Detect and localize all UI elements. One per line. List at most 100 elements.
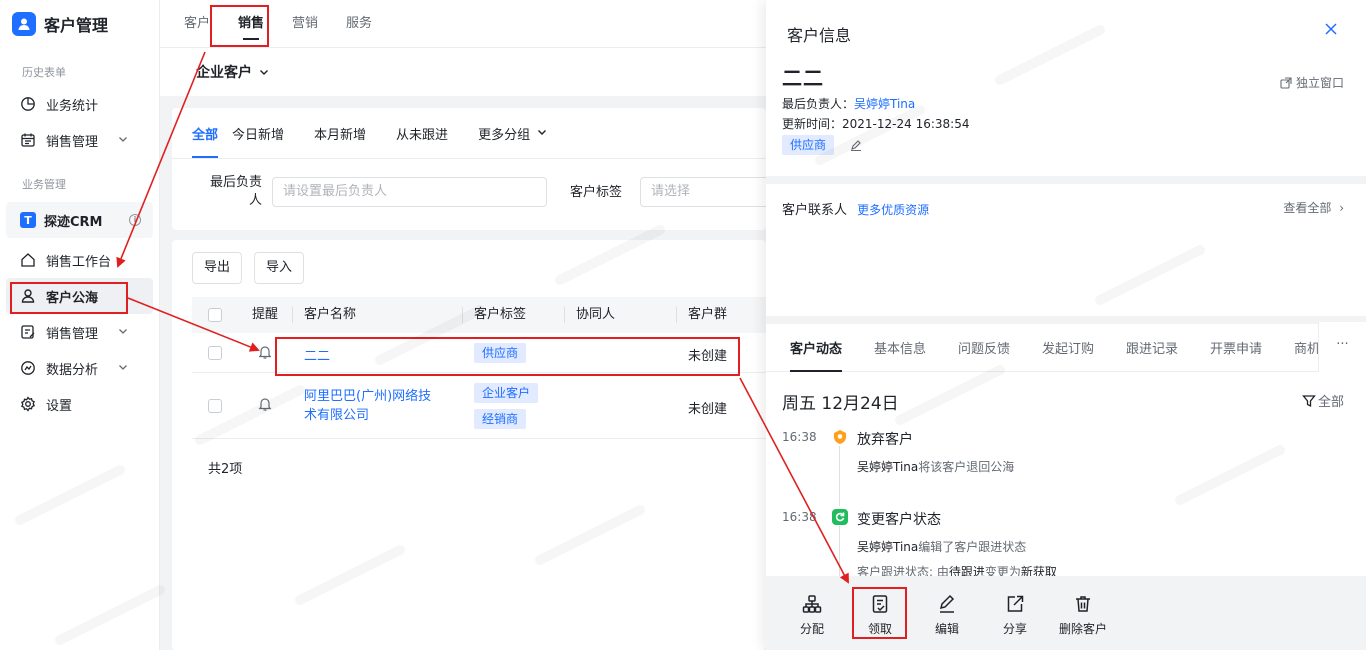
claim-doc-icon	[872, 595, 888, 613]
chevron-down-icon	[258, 66, 270, 78]
customer-list-card: 导出 导入 提醒 客户名称 客户标签 协同人 客户群 二二 供应商 未创建 阿里…	[172, 240, 766, 650]
export-button[interactable]: 导出	[192, 252, 243, 284]
timeline-line	[839, 446, 840, 506]
drawer-title: 客户信息	[787, 26, 852, 45]
import-button[interactable]: 导入	[254, 252, 305, 284]
more-resources-link[interactable]: 更多优质资源	[857, 203, 929, 217]
owner-filter-input[interactable]: 请设置最后负责人	[272, 177, 547, 207]
filter-tab-month[interactable]: 本月新增	[314, 124, 366, 150]
customer-name-link[interactable]: 阿里巴巴(广州)网络技 术有限公司	[304, 387, 431, 425]
timeline-action: 将该客户退回公海	[918, 460, 1015, 474]
claim-label: 领取	[868, 622, 893, 636]
filter-card: 全部 今日新增 本月新增 从未跟进 更多分组 最后负责 人 请设置最后负责人 客…	[172, 108, 766, 230]
tab-feedback[interactable]: 问题反馈	[946, 338, 1022, 372]
sidebar-item-label: 客户公海	[46, 290, 99, 306]
column-separator	[462, 307, 463, 323]
bell-icon[interactable]	[257, 344, 273, 364]
tab-customers[interactable]: 客户	[170, 0, 224, 48]
drawer-tabs: 客户动态 基本信息 问题反馈 发起订购 跟进记录 开票申请 商机 ···	[766, 322, 1366, 372]
tab-order[interactable]: 发起订购	[1030, 338, 1106, 372]
timeline-user: 吴婷婷Tina	[857, 460, 919, 474]
sidebar-item-stats[interactable]: 业务统计	[0, 86, 159, 122]
tag-enterprise: 企业客户	[474, 383, 539, 403]
filter-tab-today[interactable]: 今日新增	[232, 124, 284, 150]
table-row[interactable]: 阿里巴巴(广州)网络技 术有限公司 企业客户 经销商 未创建	[192, 374, 766, 439]
main-content: 企业客户 全部 今日新增 本月新增 从未跟进 更多分组 最后负责 人 请设置最后…	[160, 48, 766, 650]
activity-filter-button[interactable]: 全部	[1302, 391, 1344, 410]
bell-icon[interactable]	[257, 396, 273, 416]
tab-sales[interactable]: 销售	[224, 0, 278, 48]
org-chart-icon	[802, 595, 822, 613]
info-icon[interactable]: i	[129, 214, 141, 226]
analytics-icon	[20, 360, 36, 376]
edit-button[interactable]: 编辑	[935, 594, 959, 637]
chevron-right-icon: ›	[1339, 201, 1344, 215]
trash-icon	[1076, 596, 1090, 612]
tab-customer-activity[interactable]: 客户动态	[778, 338, 854, 372]
filter-tab-all[interactable]: 全部	[192, 124, 219, 158]
sidebar-item-label: 数据分析	[46, 362, 99, 378]
timeline-line	[839, 526, 840, 576]
timeline-action: 编辑了客户跟进状态	[918, 540, 1027, 554]
delete-customer-button[interactable]: 删除客户	[1059, 594, 1107, 637]
delete-customer-label: 删除客户	[1059, 622, 1108, 636]
customer-name-link[interactable]: 二二	[304, 345, 330, 364]
filter-tab-more-groups[interactable]: 更多分组	[478, 124, 548, 150]
owner-filter-label-line2: 人	[248, 193, 262, 208]
sidebar-item-label: 探迹CRM	[44, 214, 103, 230]
sidebar-item-sales-management[interactable]: 销售管理	[0, 122, 159, 158]
owner-link[interactable]: 吴婷婷Tina	[854, 97, 915, 111]
tab-invoice[interactable]: 开票申请	[1198, 338, 1274, 372]
table-row[interactable]: 二二 供应商 未创建	[192, 333, 766, 373]
tab-service[interactable]: 服务	[332, 0, 386, 48]
popout-icon	[1280, 76, 1292, 89]
tag-filter-select[interactable]: 请选择	[640, 177, 766, 207]
assign-button[interactable]: 分配	[800, 594, 824, 637]
row-checkbox[interactable]	[208, 399, 222, 413]
filter-tab-never-followed[interactable]: 从未跟进	[396, 124, 448, 150]
customer-group-status: 未创建	[688, 349, 728, 364]
close-icon[interactable]	[1324, 22, 1338, 40]
timeline-title: 变更客户状态	[857, 512, 941, 528]
claim-button[interactable]: 领取	[868, 594, 892, 637]
timeline-desc: 吴婷婷Tina编辑了客户跟进状态	[857, 538, 1026, 555]
tag-dealer: 经销商	[474, 409, 527, 429]
share-label: 分享	[1003, 622, 1028, 636]
more-tabs-button[interactable]: ···	[1318, 322, 1366, 372]
sidebar-group-history: 历史表单	[22, 66, 66, 79]
view-all-contacts-link[interactable]: 查看全部 ›	[1283, 199, 1344, 216]
timeline-desc: 吴婷婷Tina将该客户退回公海	[857, 458, 1014, 475]
sidebar-item-sales-management-2[interactable]: 销售管理	[0, 314, 159, 350]
edit-tag-icon[interactable]	[850, 139, 862, 151]
tab-marketing[interactable]: 营销	[278, 0, 332, 48]
sidebar-item-workbench[interactable]: 销售工作台	[0, 242, 159, 278]
owner-label: 最后负责人：	[782, 97, 855, 111]
customer-name-line1: 阿里巴巴(广州)网络技	[304, 389, 432, 404]
top-nav: 客户 销售 营销 服务	[160, 0, 766, 48]
sidebar-item-customer-pool[interactable]: 客户公海	[6, 278, 153, 314]
sidebar-item-crm[interactable]: T 探迹CRM i	[6, 202, 153, 238]
tab-basic-info[interactable]: 基本信息	[862, 338, 938, 372]
home-icon	[20, 252, 36, 268]
drawer-tag-row: 供应商	[782, 135, 862, 155]
app-brand: 客户管理	[0, 0, 159, 48]
column-separator	[676, 307, 677, 323]
tab-follow-records[interactable]: 跟进记录	[1114, 338, 1190, 372]
calendar-icon	[20, 132, 36, 148]
share-button[interactable]: 分享	[1003, 594, 1027, 637]
chevron-down-icon	[117, 361, 129, 377]
standalone-window-button[interactable]: 独立窗口	[1280, 74, 1344, 91]
sidebar-item-settings[interactable]: 设置	[0, 386, 159, 422]
section-divider	[766, 176, 1366, 184]
user-icon	[20, 288, 36, 304]
filter-all-label: 全部	[1317, 395, 1344, 410]
select-all-checkbox[interactable]	[208, 308, 222, 322]
sidebar-item-data-analysis[interactable]: 数据分析	[0, 350, 159, 386]
tag-supplier: 供应商	[782, 135, 835, 155]
row-checkbox[interactable]	[208, 346, 222, 360]
drawer-header: 客户信息	[766, 0, 1366, 62]
customer-type-selector[interactable]: 企业客户	[160, 48, 766, 96]
column-header-group: 客户群	[688, 307, 728, 322]
status-change-icon	[832, 509, 848, 525]
customer-name-line2: 术有限公司	[304, 408, 370, 423]
